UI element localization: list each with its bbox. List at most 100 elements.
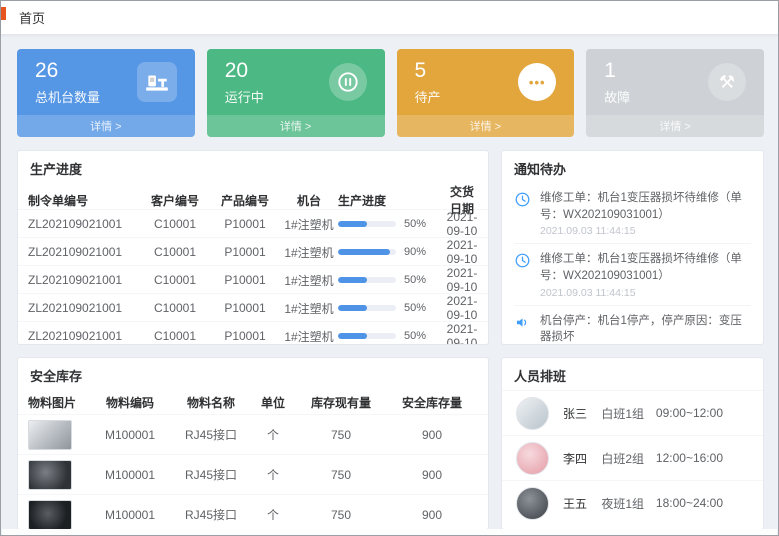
order-no: ZL202109021001 (28, 273, 140, 287)
notification-item[interactable]: 维修工单：机台1变压器损坏待维修（单号：WX202109031001） 2021… (514, 183, 751, 244)
delivery-date: 2021-09-10 (446, 294, 478, 322)
stat-value: 5 (415, 58, 441, 83)
material-name: RJ45接口 (172, 426, 250, 443)
person-name: 张三 (563, 405, 601, 422)
table-row: M100001 RJ45接口 个 750 900 (18, 454, 488, 494)
running-icon (329, 63, 367, 101)
stat-label: 总机台数量 (35, 87, 100, 106)
detail-link[interactable]: 详情 > (397, 115, 575, 137)
delivery-date: 2021-09-10 (446, 266, 478, 294)
customer-no: C10001 (140, 273, 210, 287)
unit: 个 (250, 426, 296, 443)
stat-value: 26 (35, 58, 100, 83)
avatar (516, 397, 549, 430)
unit: 个 (250, 506, 296, 523)
speaker-icon (514, 313, 532, 345)
col-order: 制令单编号 (28, 192, 140, 209)
progress-cell: 50% (338, 330, 446, 342)
clock-icon (514, 251, 532, 298)
col-material-image: 物料图片 (28, 394, 88, 411)
progress-percent: 50% (404, 330, 426, 342)
notification-item[interactable]: 机台停产：机台1停产，停产原因：变压器损坏 2021.09.03 11:44:1… (514, 306, 751, 345)
progress-cell: 90% (338, 246, 446, 258)
list-item: 李四 白班2组 12:00~16:00 (502, 435, 763, 480)
table-row: ZL202109021001 C10001 P10001 1#注塑机 50% 2… (18, 209, 488, 237)
page-bottom-strip (2, 529, 777, 535)
rj45-connector-photo (28, 420, 72, 450)
customer-no: C10001 (140, 301, 210, 315)
safety-qty: 900 (386, 468, 478, 482)
table-row: M100001 RJ45接口 个 750 900 (18, 414, 488, 454)
col-machine: 机台 (280, 192, 338, 209)
safety-qty: 900 (386, 508, 478, 522)
table-header: 制令单编号 客户编号 产品编号 机台 生产进度 交货日期 (18, 183, 488, 209)
person-shift: 白班2组 (601, 450, 656, 467)
product-no: P10001 (210, 217, 280, 231)
panel-title: 人员排班 (502, 358, 763, 390)
material-name: RJ45接口 (172, 466, 250, 483)
order-no: ZL202109021001 (28, 301, 140, 315)
customer-no: C10001 (140, 217, 210, 231)
progress-percent: 50% (404, 218, 426, 230)
product-no: P10001 (210, 273, 280, 287)
stat-card-running: 20 运行中 详情 > (207, 49, 385, 137)
stat-card-total-machines: 26 总机台数量 详情 > (17, 49, 195, 137)
tab-home[interactable]: 首页 (19, 8, 45, 27)
panel-title: 生产进度 (18, 151, 488, 183)
notification-time: 2021.09.03 11:44:15 (540, 287, 751, 299)
stat-label: 运行中 (225, 87, 264, 106)
product-no: P10001 (210, 301, 280, 315)
stat-card-fault: 1 故障 ⚒ 详情 > (586, 49, 764, 137)
person-time: 09:00~12:00 (656, 406, 749, 420)
delivery-date: 2021-09-10 (446, 210, 478, 238)
notification-text: 机台停产：机台1停产，停产原因：变压器损坏 (540, 313, 751, 345)
table-header: 物料图片 物料编码 物料名称 单位 库存现有量 安全库存量 (18, 390, 488, 414)
progress-cell: 50% (338, 302, 446, 314)
notification-item[interactable]: 维修工单：机台1变压器损坏待维修（单号：WX202109031001） 2021… (514, 244, 751, 305)
stat-label: 待产 (415, 87, 441, 106)
progress-cell: 50% (338, 218, 446, 230)
notification-time: 2021.09.03 11:44:15 (540, 225, 751, 237)
person-time: 12:00~16:00 (656, 451, 749, 465)
material-code: M100001 (88, 428, 172, 442)
progress-percent: 50% (404, 302, 426, 314)
table-row: M100001 RJ45接口 个 750 900 (18, 494, 488, 530)
machine-icon (137, 62, 177, 102)
person-name: 王五 (563, 495, 601, 512)
stat-value: 20 (225, 58, 264, 83)
progress-percent: 50% (404, 274, 426, 286)
ellipsis-icon: ••• (518, 63, 556, 101)
machine-name: 1#注塑机 (280, 328, 338, 345)
round-connector-photo (28, 460, 72, 490)
production-progress-panel: 生产进度 制令单编号 客户编号 产品编号 机台 生产进度 交货日期 ZL2021… (17, 150, 489, 345)
delivery-date: 2021-09-10 (446, 238, 478, 266)
person-shift: 夜班1组 (601, 495, 656, 512)
detail-link[interactable]: 详情 > (17, 115, 195, 137)
tools-icon: ⚒ (708, 63, 746, 101)
stock-qty: 750 (296, 508, 386, 522)
col-material-name: 物料名称 (172, 394, 250, 411)
stat-value: 1 (604, 58, 630, 83)
clock-icon (514, 190, 532, 237)
panel-title: 安全库存 (18, 358, 488, 390)
order-no: ZL202109021001 (28, 329, 140, 343)
table-row: ZL202109021001 C10001 P10001 1#注塑机 50% 2… (18, 265, 488, 293)
material-code: M100001 (88, 508, 172, 522)
safety-qty: 900 (386, 428, 478, 442)
material-code: M100001 (88, 468, 172, 482)
delivery-date: 2021-09-10 (446, 322, 478, 345)
detail-link[interactable]: 详情 > (586, 115, 764, 137)
machine-name: 1#注塑机 (280, 272, 338, 289)
safety-stock-panel: 安全库存 物料图片 物料编码 物料名称 单位 库存现有量 安全库存量 M1000… (17, 357, 489, 530)
col-material-code: 物料编码 (88, 394, 172, 411)
person-time: 18:00~24:00 (656, 496, 749, 510)
detail-link[interactable]: 详情 > (207, 115, 385, 137)
order-no: ZL202109021001 (28, 245, 140, 259)
material-name: RJ45接口 (172, 506, 250, 523)
machine-name: 1#注塑机 (280, 244, 338, 261)
top-bar: 首页 (1, 1, 778, 35)
machine-name: 1#注塑机 (280, 216, 338, 233)
col-unit: 单位 (250, 394, 296, 411)
progress-cell: 50% (338, 274, 446, 286)
machine-name: 1#注塑机 (280, 300, 338, 317)
